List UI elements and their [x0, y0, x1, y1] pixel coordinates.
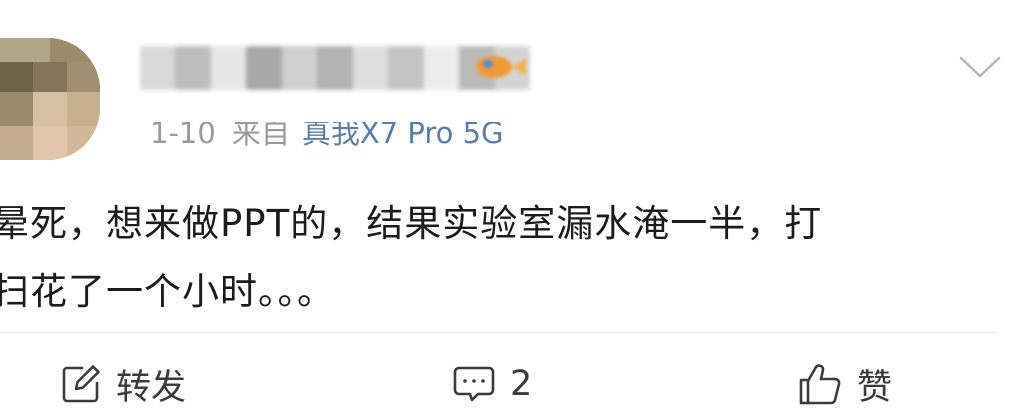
avatar-pixel	[67, 126, 100, 160]
avatar-pixel	[0, 62, 33, 92]
like-button[interactable]: 赞	[797, 358, 892, 410]
repost-button[interactable]: 转发	[60, 358, 186, 410]
avatar-pixel	[0, 92, 33, 126]
avatar-pixel	[0, 126, 33, 160]
divider	[0, 332, 998, 333]
post-content: 晕死，想来做PPT的，结果实验室漏水淹一半，打 扫花了一个小时。。。	[0, 202, 823, 313]
blur-block	[317, 46, 353, 90]
comment-count: 2	[510, 364, 533, 404]
blur-block	[423, 46, 460, 90]
thumbs-up-icon	[797, 362, 843, 406]
action-bar: 转发 2 赞	[0, 358, 1029, 410]
blur-block	[281, 46, 318, 90]
blur-block	[246, 46, 282, 90]
avatar[interactable]	[0, 38, 100, 160]
avatar-pixel	[0, 38, 50, 62]
avatar-pixel	[67, 62, 100, 92]
edit-square-icon	[60, 363, 102, 405]
comment-button[interactable]: 2	[452, 358, 532, 410]
comment-bubble-icon	[452, 363, 496, 405]
avatar-pixel	[67, 92, 100, 126]
avatar-pixel	[33, 62, 67, 92]
blur-block	[210, 46, 247, 90]
avatar-pixel	[33, 126, 67, 160]
post-date: 1-10	[150, 116, 216, 150]
member-badge-icon	[472, 52, 528, 82]
avatar-pixel	[50, 38, 100, 62]
chevron-down-icon[interactable]	[958, 54, 1002, 80]
blur-block	[352, 46, 389, 90]
repost-label: 转发	[116, 367, 187, 408]
like-label: 赞	[857, 367, 893, 408]
avatar-pixel	[33, 92, 67, 126]
weibo-post-card: 1-10 来自 真我X7 Pro 5G 晕死，想来做PPT的，结果实验室漏水淹一半，…	[0, 0, 1029, 410]
blur-block	[140, 46, 176, 90]
post-meta: 1-10 来自 真我X7 Pro 5G	[150, 116, 504, 154]
blur-block	[388, 46, 424, 90]
source-label: 来自	[231, 116, 290, 150]
blur-block	[175, 46, 211, 90]
device-link[interactable]: 真我X7 Pro 5G	[302, 122, 504, 150]
